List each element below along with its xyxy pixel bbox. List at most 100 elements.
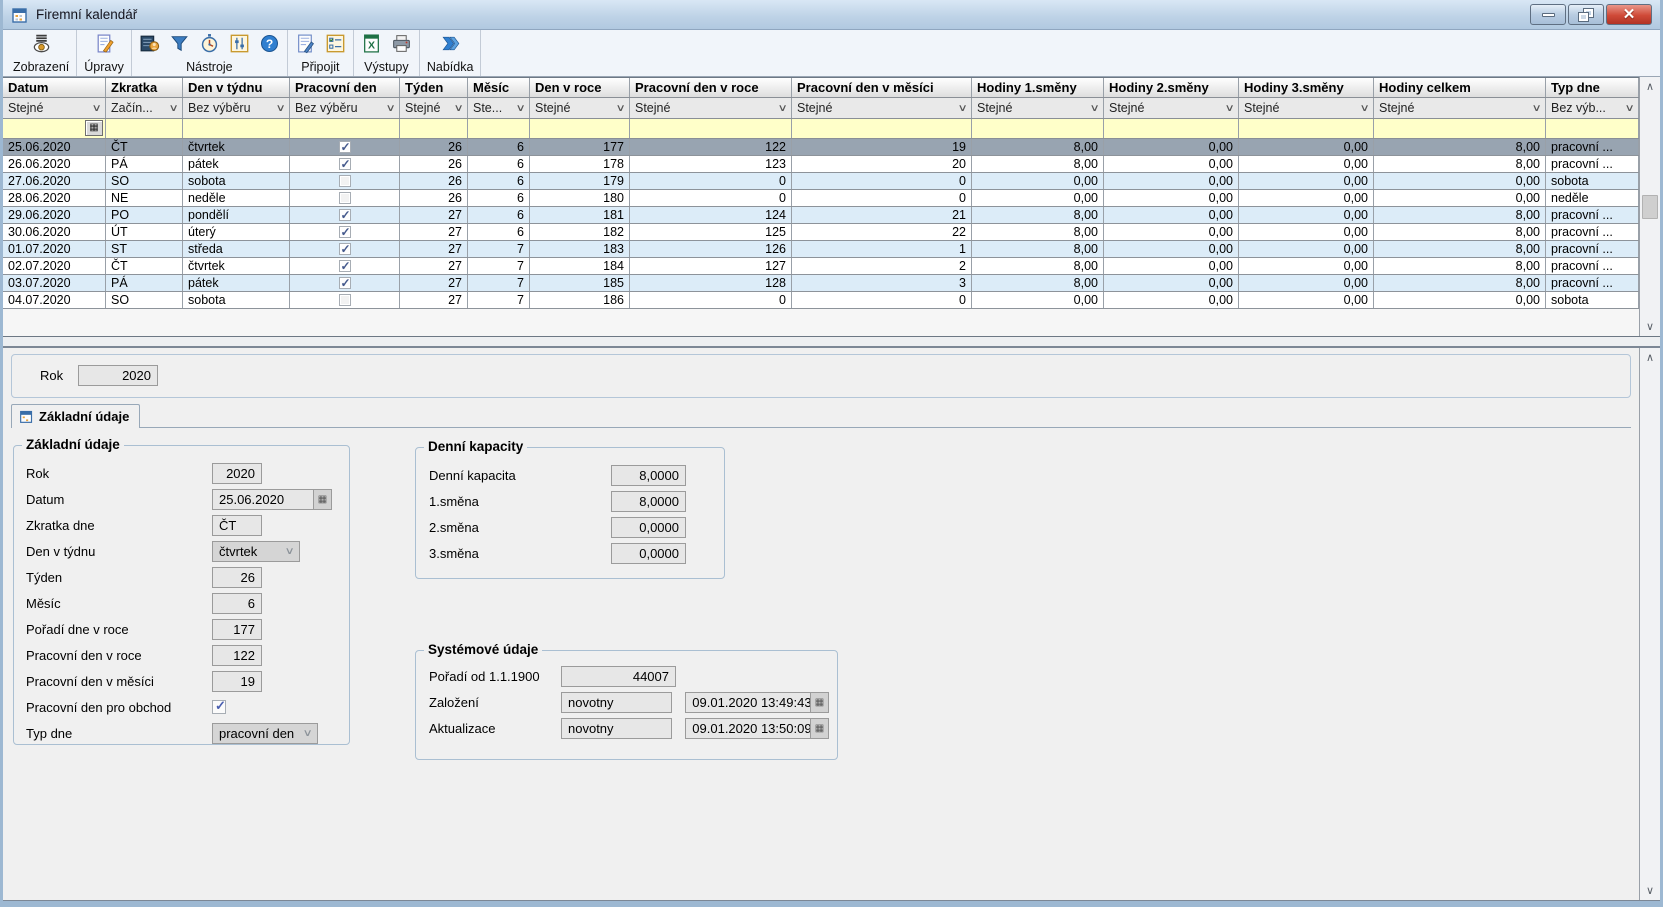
table-row[interactable]: 30.06.2020 ÚT úterý 27 6 182 125 22 8,00… [3, 224, 1639, 241]
zalozeni-datetime-input[interactable]: 09.01.2020 13:49:43 [685, 692, 811, 713]
grid-vertical-scrollbar[interactable]: ∧ ∨ [1639, 77, 1660, 336]
pracovni-den-v-mesici-input[interactable]: 19 [212, 671, 262, 692]
aktualizace-datetime-input[interactable]: 09.01.2020 13:50:09 [685, 718, 811, 739]
filter-input-pracovni-den-v-mesici[interactable] [792, 119, 972, 138]
menu-chevrons-icon[interactable] [440, 33, 461, 54]
tyden-input[interactable]: 26 [212, 567, 262, 588]
filter-dropdown-typ-dne[interactable]: Bez výb...∨ [1546, 98, 1639, 118]
filter-dropdown-pracovni-den-v-roce[interactable]: Stejné∨ [630, 98, 792, 118]
scroll-up-arrow-icon[interactable]: ∧ [1640, 77, 1660, 96]
filter-input-datum[interactable]: ▦ [3, 119, 106, 138]
filter-dropdown-den-v-tydnu[interactable]: Bez výběru∨ [183, 98, 290, 118]
scroll-down-arrow-icon[interactable]: ∨ [1640, 881, 1660, 900]
filter-dropdown-hodiny-2[interactable]: Stejné∨ [1104, 98, 1239, 118]
filter-input-hodiny-1[interactable] [972, 119, 1104, 138]
column-header-pracovni-den-v-mesici[interactable]: Pracovní den v měsíci [792, 78, 972, 97]
filter-dropdown-zkratka[interactable]: Začín...∨ [106, 98, 183, 118]
minimize-button[interactable] [1530, 4, 1566, 25]
close-button[interactable]: ✕ [1606, 4, 1652, 25]
print-icon[interactable] [391, 33, 412, 54]
filter-input-den-v-roce[interactable] [530, 119, 630, 138]
filter-icon[interactable] [169, 33, 190, 54]
pane-vertical-scrollbar[interactable]: ∧ ∨ [1639, 348, 1660, 900]
filter-dropdown-hodiny-celkem[interactable]: Stejné∨ [1374, 98, 1546, 118]
column-header-typ-dne[interactable]: Typ dne [1546, 78, 1639, 97]
column-header-pracovni-den[interactable]: Pracovní den [290, 78, 400, 97]
column-header-tyden[interactable]: Týden [400, 78, 468, 97]
view-eye-icon[interactable] [31, 33, 52, 54]
filter-dropdown-pracovni-den[interactable]: Bez výběru∨ [290, 98, 400, 118]
column-header-hodiny-celkem[interactable]: Hodiny celkem [1374, 78, 1546, 97]
smena2-input[interactable]: 0,0000 [611, 517, 686, 538]
pracovni-den-pro-obchod-checkbox[interactable] [212, 700, 226, 714]
stopwatch-icon[interactable] [199, 33, 220, 54]
date-picker-button[interactable]: ▦ [85, 120, 103, 136]
rok-input[interactable]: 2020 [212, 463, 262, 484]
restore-button[interactable] [1568, 4, 1604, 25]
filter-dropdown-datum[interactable]: Stejné∨ [3, 98, 106, 118]
smena3-input[interactable]: 0,0000 [611, 543, 686, 564]
filter-dropdown-hodiny-3[interactable]: Stejné∨ [1239, 98, 1374, 118]
zalozeni-user-input[interactable]: novotny [561, 692, 672, 713]
filter-dropdown-tyden[interactable]: Stejné∨ [400, 98, 468, 118]
table-row[interactable]: 29.06.2020 PO pondělí 27 6 181 124 21 8,… [3, 207, 1639, 224]
mesic-input[interactable]: 6 [212, 593, 262, 614]
tab-zakladni-udaje[interactable]: Základní údaje [11, 404, 140, 428]
filter-dropdown-pracovni-den-v-mesici[interactable]: Stejné∨ [792, 98, 972, 118]
filter-input-pracovni-den[interactable] [290, 119, 400, 138]
smena1-input[interactable]: 8,0000 [611, 491, 686, 512]
calendar-picker-icon[interactable]: ▦ [314, 489, 332, 510]
scrollbar-thumb[interactable] [1642, 195, 1658, 219]
poradi-od-1900-input[interactable]: 44007 [561, 666, 676, 687]
table-row[interactable]: 03.07.2020 PÁ pátek 27 7 185 128 3 8,00 … [3, 275, 1639, 292]
filter-input-mesic[interactable] [468, 119, 530, 138]
checklist-icon[interactable] [325, 33, 346, 54]
table-row[interactable]: 02.07.2020 ČT čtvrtek 27 7 184 127 2 8,0… [3, 258, 1639, 275]
table-row[interactable]: 25.06.2020 ČT čtvrtek 26 6 177 122 19 8,… [3, 139, 1639, 156]
scroll-up-arrow-icon[interactable]: ∧ [1640, 348, 1660, 367]
scroll-down-arrow-icon[interactable]: ∨ [1640, 317, 1660, 336]
table-row[interactable]: 27.06.2020 SO sobota 26 6 179 0 0 0,00 0… [3, 173, 1639, 190]
column-header-hodiny-1[interactable]: Hodiny 1.směny [972, 78, 1104, 97]
pracovni-den-v-roce-input[interactable]: 122 [212, 645, 262, 666]
calendar-picker-icon[interactable]: ▦ [811, 718, 829, 739]
edit-note-icon[interactable] [94, 33, 115, 54]
attach-note-icon[interactable] [295, 33, 316, 54]
filter-input-pracovni-den-v-roce[interactable] [630, 119, 792, 138]
aktualizace-user-input[interactable]: novotny [561, 718, 672, 739]
table-row[interactable]: 26.06.2020 PÁ pátek 26 6 178 123 20 8,00… [3, 156, 1639, 173]
calendar-picker-icon[interactable]: ▦ [811, 692, 829, 713]
table-row[interactable]: 28.06.2020 NE neděle 26 6 180 0 0 0,00 0… [3, 190, 1639, 207]
sliders-icon[interactable] [229, 33, 250, 54]
column-header-mesic[interactable]: Měsíc [468, 78, 530, 97]
organizer-icon[interactable] [139, 33, 160, 54]
column-header-den-v-roce[interactable]: Den v roce [530, 78, 630, 97]
column-header-hodiny-2[interactable]: Hodiny 2.směny [1104, 78, 1239, 97]
filter-input-hodiny-celkem[interactable] [1374, 119, 1546, 138]
filter-input-den-v-tydnu[interactable] [183, 119, 290, 138]
poradi-dne-v-roce-input[interactable]: 177 [212, 619, 262, 640]
column-header-zkratka[interactable]: Zkratka [106, 78, 183, 97]
den-v-tydnu-select[interactable]: čtvrtek∨ [212, 541, 300, 562]
filter-dropdown-hodiny-1[interactable]: Stejné∨ [972, 98, 1104, 118]
zkratka-dne-input[interactable]: ČT [212, 515, 262, 536]
filter-input-hodiny-3[interactable] [1239, 119, 1374, 138]
rok-field[interactable]: 2020 [78, 365, 158, 386]
column-header-pracovni-den-v-roce[interactable]: Pracovní den v roce [630, 78, 792, 97]
table-row[interactable]: 04.07.2020 SO sobota 27 7 186 0 0 0,00 0… [3, 292, 1639, 309]
filter-input-zkratka[interactable] [106, 119, 183, 138]
excel-export-icon[interactable]: X [361, 33, 382, 54]
column-header-datum[interactable]: Datum [3, 78, 106, 97]
table-row[interactable]: 01.07.2020 ST středa 27 7 183 126 1 8,00… [3, 241, 1639, 258]
datum-input[interactable]: 25.06.2020 [212, 489, 314, 510]
column-header-hodiny-3[interactable]: Hodiny 3.směny [1239, 78, 1374, 97]
filter-input-hodiny-2[interactable] [1104, 119, 1239, 138]
filter-input-tyden[interactable] [400, 119, 468, 138]
pane-splitter[interactable] [3, 337, 1660, 348]
typ-dne-select[interactable]: pracovní den∨ [212, 723, 318, 744]
filter-dropdown-den-v-roce[interactable]: Stejné∨ [530, 98, 630, 118]
filter-input-typ-dne[interactable] [1546, 119, 1639, 138]
column-header-den-v-tydnu[interactable]: Den v týdnu [183, 78, 290, 97]
denni-kapacita-input[interactable]: 8,0000 [611, 465, 686, 486]
filter-dropdown-mesic[interactable]: Ste...∨ [468, 98, 530, 118]
